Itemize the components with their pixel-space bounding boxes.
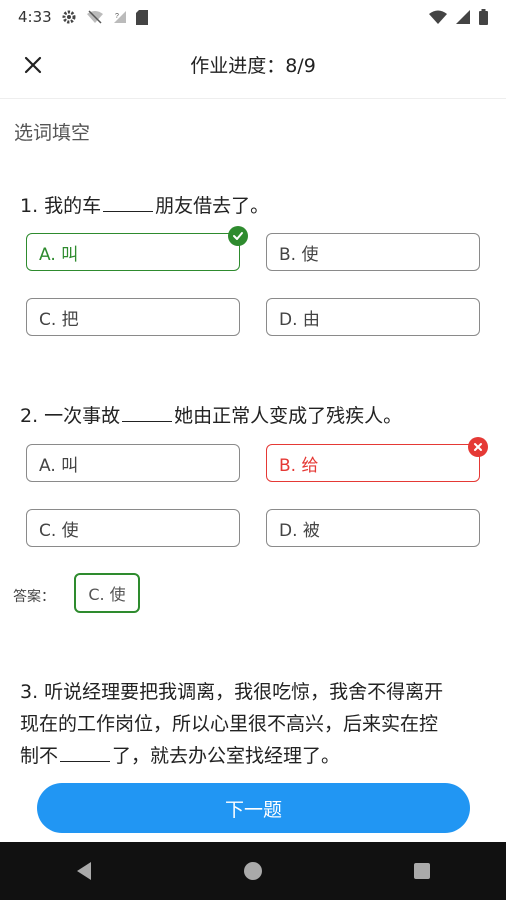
status-time: 4:33 [18, 8, 52, 26]
svg-text:?: ? [115, 13, 119, 20]
question-3-prefix: 制不 [20, 745, 59, 767]
battery-icon [479, 9, 488, 25]
q1-option-c[interactable]: C. 把 [26, 298, 240, 336]
recents-icon [413, 863, 430, 879]
recents-button[interactable] [402, 851, 442, 891]
error-icon [468, 437, 488, 457]
question-1-suffix: 朋友借去了。 [155, 195, 270, 217]
back-button[interactable] [64, 851, 104, 891]
q2-option-a-label: A. 叫 [39, 455, 79, 476]
q2-option-d[interactable]: D. 被 [266, 509, 480, 547]
q1-option-c-label: C. 把 [39, 309, 79, 330]
q2-option-d-label: D. 被 [279, 520, 320, 541]
q2-option-b-label: B. 给 [279, 455, 319, 476]
navigation-bar [0, 842, 506, 900]
q2-option-b[interactable]: B. 给 [266, 437, 488, 482]
answer-value: C. 使 [74, 573, 140, 613]
sim-card-icon [135, 9, 148, 25]
question-3-blank [60, 743, 111, 762]
q2-option-c-label: C. 使 [39, 520, 79, 541]
question-3: 3. 听说经理要把我调离，我很吃惊，我舍不得离开 现在的工作岗位，所以心里很不高… [20, 676, 490, 772]
back-icon [77, 862, 92, 880]
question-2-prefix: 2. 一次事故 [20, 405, 121, 427]
status-left: 4:33 ? [18, 8, 148, 26]
no-signal-icon: ? [113, 10, 127, 24]
q1-option-b[interactable]: B. 使 [266, 233, 480, 271]
question-1-blank [103, 193, 154, 212]
answer-label: 答案： [13, 589, 55, 605]
check-icon [228, 226, 248, 246]
home-button[interactable] [233, 851, 273, 891]
q1-option-a-label: A. 叫 [39, 244, 79, 265]
status-right [429, 9, 488, 25]
q1-option-d-label: D. 由 [279, 309, 320, 330]
q1-option-a[interactable]: A. 叫 [26, 226, 248, 271]
next-question-button[interactable]: 下一题 [37, 783, 470, 833]
question-3-line-2: 现在的工作岗位，所以心里很不高兴，后来实在控 [20, 713, 439, 735]
section-label: 选词填空 [14, 122, 91, 144]
question-3-line-3: 制不 了，就去办公室找经理了。 [20, 740, 490, 772]
q2-option-c[interactable]: C. 使 [26, 509, 240, 547]
home-icon [243, 862, 262, 880]
page-title: 作业进度：8/9 [190, 55, 316, 77]
signal-icon [456, 10, 470, 24]
question-2-suffix: 她由正常人变成了残疾人。 [174, 405, 403, 427]
question-1: 1. 我的车 朋友借去了。 [20, 190, 269, 222]
wifi-off-icon [86, 10, 104, 24]
q2-option-a[interactable]: A. 叫 [26, 444, 240, 482]
app-header: 作业进度：8/9 [0, 34, 506, 99]
status-bar: 4:33 ? [0, 0, 506, 34]
wifi-icon [429, 10, 447, 24]
question-3-suffix: 了，就去办公室找经理了。 [112, 745, 341, 767]
question-2-blank [122, 403, 173, 422]
q1-option-d[interactable]: D. 由 [266, 298, 480, 336]
question-2: 2. 一次事故 她由正常人变成了残疾人。 [20, 400, 402, 432]
question-3-line-1: 3. 听说经理要把我调离，我很吃惊，我舍不得离开 [20, 681, 444, 703]
question-1-prefix: 1. 我的车 [20, 195, 102, 217]
gear-icon [61, 9, 77, 25]
q1-option-b-label: B. 使 [279, 244, 319, 265]
